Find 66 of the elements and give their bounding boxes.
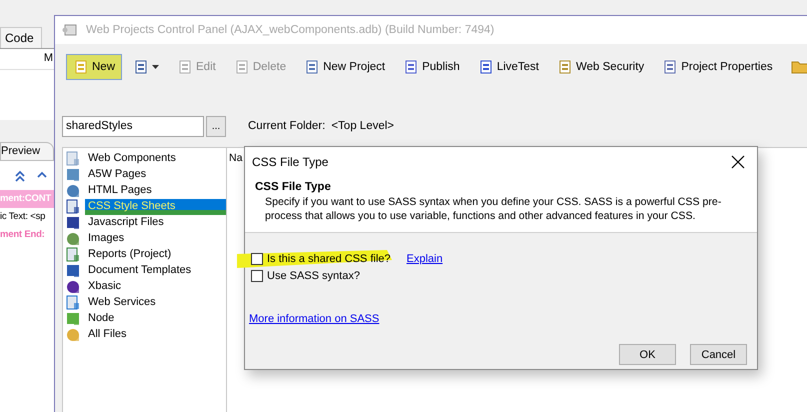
dialog-description: Specify if you want to use SASS syntax when you define your CSS. SASS is a powerful CSS pre-process that allows you to use variable, functions and other advanced features in your CSS. xyxy=(264,195,722,223)
dialog-heading: CSS File Type xyxy=(255,181,332,193)
double-chevron-up-icon[interactable] xyxy=(14,170,26,182)
toolbar-icon xyxy=(478,59,494,75)
file-type-icon xyxy=(65,327,81,343)
toolbar-icon xyxy=(662,59,678,75)
toolbar-button[interactable]: Publish xyxy=(396,54,467,80)
checkbox[interactable] xyxy=(251,270,263,282)
code-line: ic Text: <sp xyxy=(0,210,46,224)
info-link[interactable]: More information on SASS xyxy=(249,313,380,325)
tab[interactable]: Preview xyxy=(0,142,54,160)
category-item[interactable]: Web Components xyxy=(85,151,226,167)
explain-link[interactable]: Explain xyxy=(406,252,443,264)
category-item[interactable]: All Files xyxy=(85,327,226,343)
toolbar-button[interactable]: Project Properties xyxy=(655,54,780,80)
file-type-icon xyxy=(65,231,81,247)
category-item[interactable]: Document Templates xyxy=(85,263,226,279)
editor-area xyxy=(0,70,56,120)
category-item[interactable]: Images xyxy=(85,231,226,247)
file-type-icon xyxy=(65,167,81,183)
category-item[interactable]: Node xyxy=(85,311,226,327)
file-type-icon xyxy=(65,311,81,327)
file-type-icon xyxy=(65,183,81,199)
folder-icon xyxy=(790,60,807,74)
current-folder-value: <Top Level> xyxy=(331,120,394,132)
dialog-title: CSS File Type xyxy=(252,154,328,168)
toolbar-icon xyxy=(304,59,320,75)
chevron-up-icon[interactable] xyxy=(36,170,48,178)
folder-name-field[interactable]: sharedStyles xyxy=(62,116,204,136)
toolbar-icon xyxy=(557,59,573,75)
category-item[interactable]: Web Services xyxy=(85,295,226,311)
category-item[interactable]: Xbasic xyxy=(85,279,226,295)
category-item[interactable]: Javascript Files xyxy=(85,215,226,231)
browse-button[interactable]: ... xyxy=(206,116,226,136)
category-item[interactable]: A5W Pages xyxy=(85,167,226,183)
dialog-button[interactable]: OK xyxy=(619,344,676,365)
toolbar-icon xyxy=(177,59,194,75)
column-header: Na xyxy=(229,152,242,164)
tab[interactable]: Code xyxy=(0,27,42,48)
file-type-icon xyxy=(65,151,81,167)
category-item[interactable]: HTML Pages xyxy=(85,183,226,199)
toolbar-icon xyxy=(133,59,150,75)
toolbar-button[interactable]: Web Security xyxy=(550,54,652,80)
current-folder-label: Current Folder: xyxy=(248,120,326,132)
category-item[interactable]: CSS Style Sheets xyxy=(85,199,226,215)
file-type-icon xyxy=(65,215,81,231)
toolbar-button[interactable]: New xyxy=(66,54,122,80)
toolbar-icon xyxy=(73,59,89,75)
text-field[interactable]: M xyxy=(0,48,56,70)
category-item[interactable]: Reports (Project) xyxy=(85,247,226,263)
toolbar-icon xyxy=(403,59,420,75)
close-button[interactable] xyxy=(731,154,745,168)
toolbar-icon xyxy=(234,59,250,75)
window-title: Web Projects Control Panel (AJAX_webComponents.adb) (Build Number: 7494) xyxy=(86,24,494,36)
toolbar-button[interactable]: New Project xyxy=(297,54,392,80)
option-label: Use SASS syntax? xyxy=(267,270,360,282)
file-type-icon xyxy=(65,247,81,263)
code-line: ment End: xyxy=(0,228,46,242)
caret-icon xyxy=(152,65,160,69)
file-type-icon xyxy=(65,295,81,311)
toolbar-button[interactable]: LiveTest xyxy=(470,54,546,80)
dialog-button[interactable]: Cancel xyxy=(690,344,747,365)
file-type-icon xyxy=(65,199,81,215)
checkbox[interactable] xyxy=(251,252,263,264)
file-type-icon xyxy=(65,279,81,295)
file-type-icon xyxy=(65,263,81,279)
